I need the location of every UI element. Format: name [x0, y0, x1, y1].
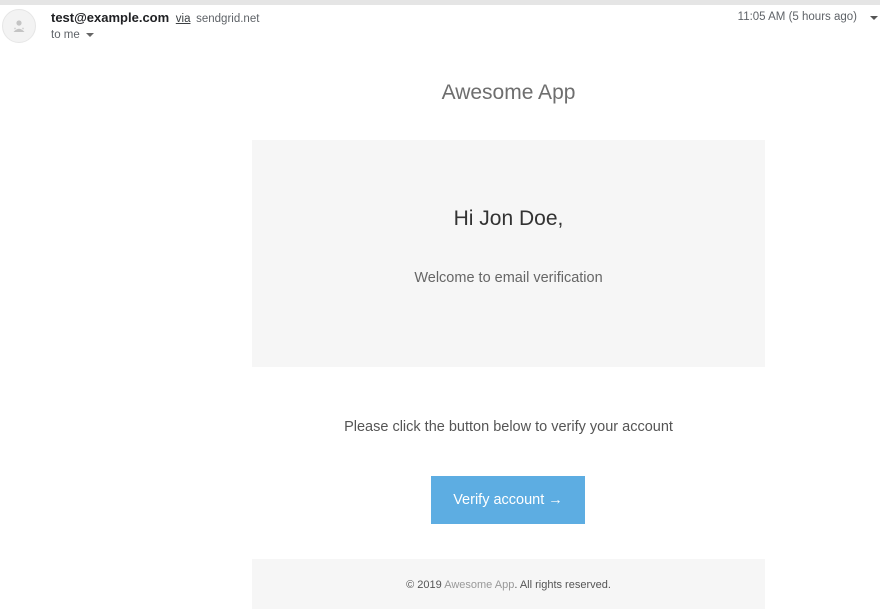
via-domain: sendgrid.net: [196, 13, 260, 25]
recipient-caret-icon[interactable]: [85, 33, 94, 37]
footer-app-link[interactable]: Awesome App: [444, 579, 514, 591]
top-divider: [0, 0, 880, 5]
via-link[interactable]: via: [176, 13, 191, 25]
greeting-heading: Hi Jon Doe,: [453, 207, 564, 230]
more-options-caret-icon[interactable]: [870, 16, 878, 20]
welcome-text: Welcome to email verification: [414, 270, 603, 286]
avatar-icon[interactable]: [2, 9, 36, 43]
sender-line: test@example.com via sendgrid.net: [51, 10, 259, 25]
recipient-label: to me: [51, 29, 80, 41]
copyright-text: © 2019 Awesome App. All rights reserved.: [252, 579, 765, 591]
instruction-text: Please click the button below to verify …: [344, 419, 673, 435]
recipient-details-toggle[interactable]: to me: [51, 29, 94, 41]
sender-email[interactable]: test@example.com: [51, 10, 169, 25]
copyright-suffix: . All rights reserved.: [514, 579, 611, 591]
email-footer: © 2019 Awesome App. All rights reserved.: [252, 559, 765, 609]
copyright-prefix: © 2019: [406, 579, 445, 591]
verify-account-button[interactable]: Verify account →: [431, 476, 585, 524]
greeting-panel: Hi Jon Doe, Welcome to email verificatio…: [252, 140, 765, 367]
email-timestamp: 11:05 AM (5 hours ago): [737, 11, 857, 23]
app-title: Awesome App: [441, 81, 576, 104]
email-view: test@example.com via sendgrid.net to me …: [0, 0, 880, 609]
